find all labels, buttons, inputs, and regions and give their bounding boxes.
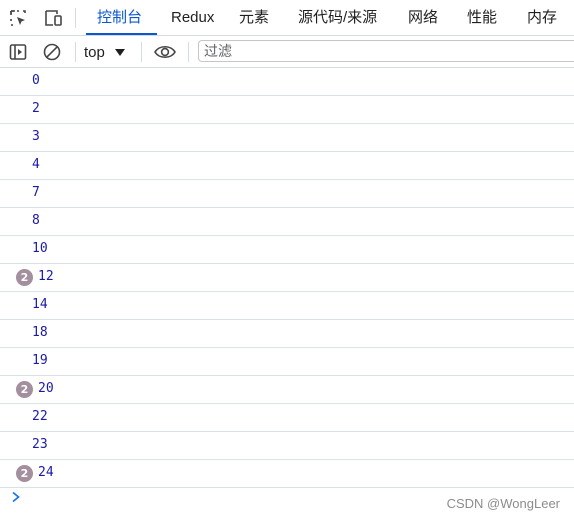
- console-log: 0 2 3 4 7 8 10 2 12 14 18 19 2 20 22 23 22…: [0, 68, 574, 488]
- console-message: 0: [0, 68, 574, 96]
- message-value: 3: [32, 129, 40, 144]
- caret-down-icon: [114, 48, 125, 56]
- console-message: 4: [0, 152, 574, 180]
- console-message: 14: [0, 292, 574, 320]
- message-value: 10: [32, 241, 48, 256]
- message-value: 8: [32, 213, 40, 228]
- console-message: 22: [0, 404, 574, 432]
- message-value: 18: [32, 325, 48, 340]
- repeat-count-badge: 2: [16, 269, 33, 286]
- context-selector-label: top: [84, 43, 105, 61]
- message-value: 20: [38, 381, 54, 396]
- message-value: 2: [32, 101, 40, 116]
- message-value: 22: [32, 409, 48, 424]
- console-message: 8: [0, 208, 574, 236]
- tab-console[interactable]: 控制台: [86, 0, 157, 35]
- message-value: 23: [32, 437, 48, 452]
- tab-elements[interactable]: 元素: [239, 0, 269, 35]
- message-value: 7: [32, 185, 40, 200]
- console-message: 19: [0, 348, 574, 376]
- console-message: 2: [0, 96, 574, 124]
- console-message: 18: [0, 320, 574, 348]
- message-value: 24: [38, 465, 54, 480]
- toolbar-separator: [75, 42, 76, 62]
- context-selector[interactable]: top: [84, 41, 125, 63]
- console-message: 23: [0, 432, 574, 460]
- console-toolbar: top: [0, 36, 574, 68]
- toolbar-separator: [188, 42, 189, 62]
- clear-console-icon[interactable]: [41, 41, 63, 63]
- tabbar-separator: [75, 8, 76, 28]
- message-value: 0: [32, 73, 40, 88]
- tab-memory[interactable]: 内存: [527, 0, 557, 35]
- repeat-count-badge: 2: [16, 465, 33, 482]
- toolbar-separator: [141, 42, 142, 62]
- tab-sources[interactable]: 源代码/来源: [298, 0, 377, 35]
- message-value: 19: [32, 353, 48, 368]
- filter-input[interactable]: [198, 40, 574, 62]
- live-expression-eye-icon[interactable]: [152, 41, 178, 63]
- tab-network[interactable]: 网络: [408, 0, 438, 35]
- console-prompt-chevron-icon[interactable]: [10, 490, 22, 504]
- repeat-count-badge: 2: [16, 381, 33, 398]
- console-message: 2 24: [0, 460, 574, 488]
- inspect-element-icon[interactable]: [6, 7, 30, 29]
- device-toolbar-icon[interactable]: [41, 7, 65, 29]
- console-message: 2 20: [0, 376, 574, 404]
- message-value: 12: [38, 269, 54, 284]
- message-value: 14: [32, 297, 48, 312]
- console-message: 3: [0, 124, 574, 152]
- console-message: 7: [0, 180, 574, 208]
- sidebar-toggle-icon[interactable]: [7, 41, 29, 63]
- tab-performance[interactable]: 性能: [467, 0, 497, 35]
- tab-redux[interactable]: Redux: [171, 0, 214, 35]
- console-message: 2 12: [0, 264, 574, 292]
- message-value: 4: [32, 157, 40, 172]
- console-message: 10: [0, 236, 574, 264]
- devtools-window: 控制台 Redux 元素 源代码/来源 网络 性能 内存 top 过滤 0 2 …: [0, 0, 574, 521]
- watermark: CSDN @WongLeer: [446, 496, 560, 511]
- devtools-tab-bar: 控制台 Redux 元素 源代码/来源 网络 性能 内存: [0, 0, 574, 36]
